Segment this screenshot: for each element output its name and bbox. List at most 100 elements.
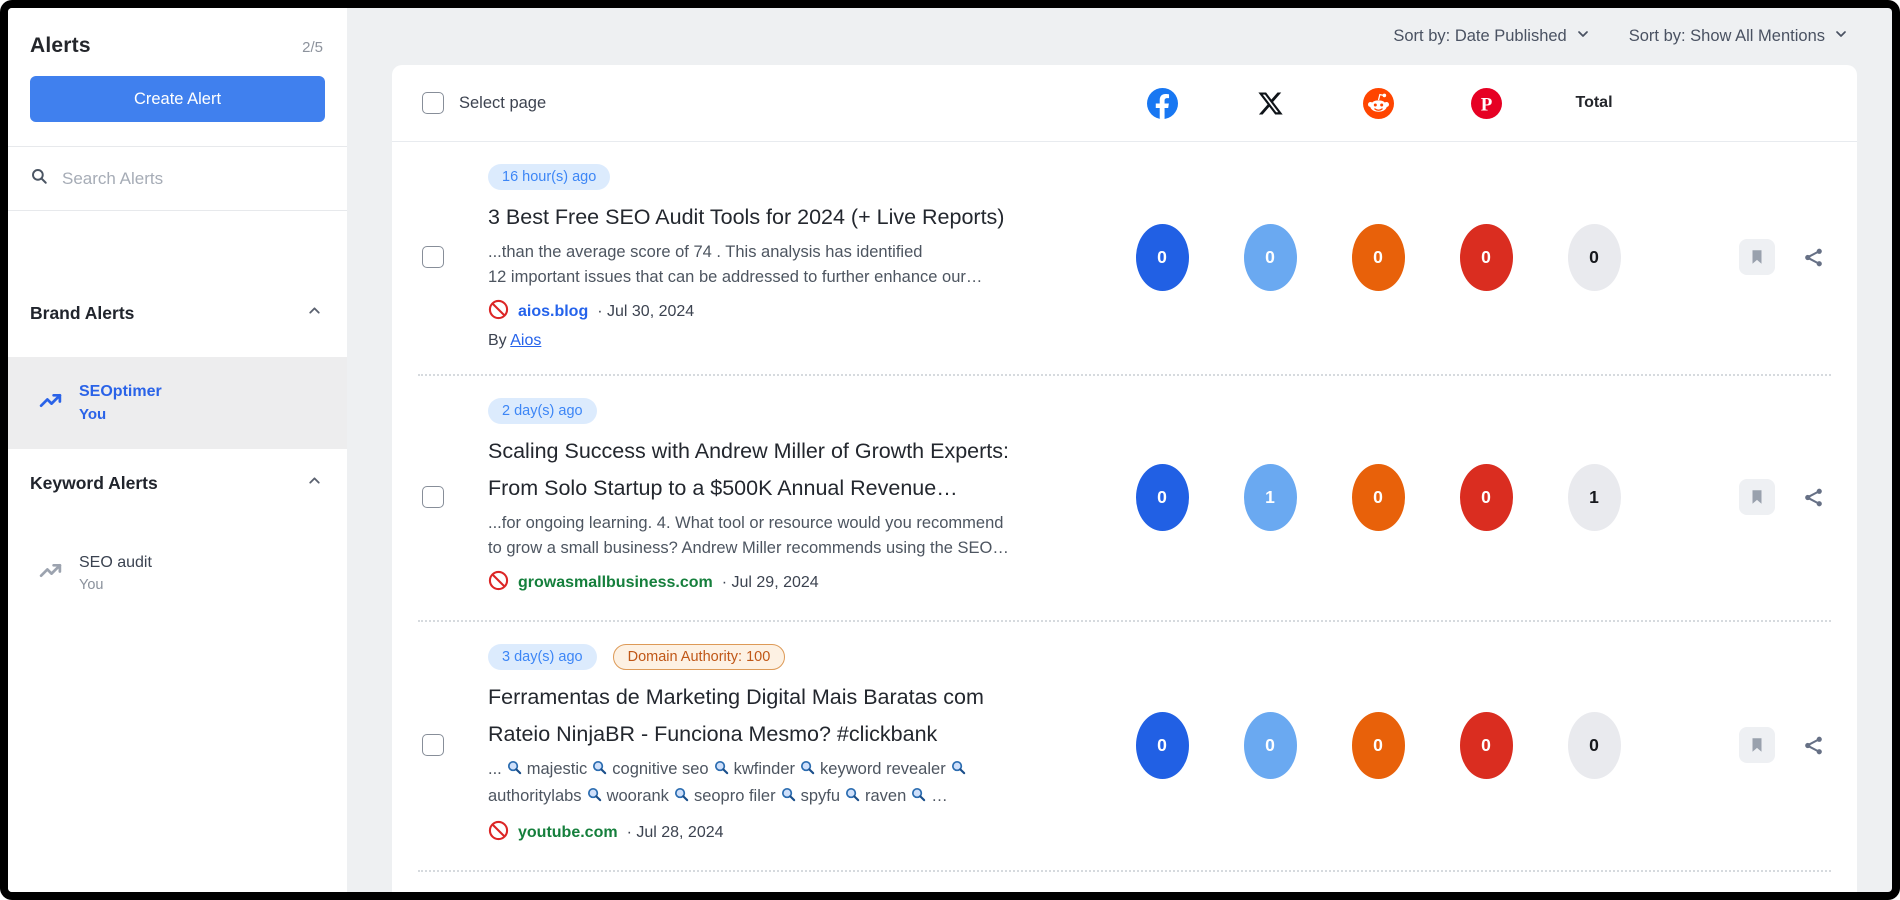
age-badge: 3 day(s) ago (488, 644, 597, 670)
search-alerts-input[interactable] (60, 168, 325, 190)
svg-text:P: P (1480, 94, 1492, 115)
blocked-icon[interactable] (488, 570, 509, 596)
reddit-count: 0 (1352, 224, 1405, 291)
magnifier-icon (844, 786, 861, 811)
chevron-down-icon (1833, 26, 1849, 47)
magnifier-icon (673, 786, 690, 811)
blocked-icon[interactable] (488, 299, 509, 325)
trending-up-icon (38, 388, 63, 418)
magnifier-icon (506, 759, 523, 784)
sort-by-date-label: Sort by: Date Published (1393, 27, 1566, 46)
magnifier-icon (780, 786, 797, 811)
total-count: 1 (1568, 464, 1621, 531)
alerts-app: Alerts 2/5 Create Alert Brand Alerts SEO… (8, 8, 1892, 892)
alerts-quota-count: 2/5 (302, 39, 323, 56)
mentions-card: Select page P Total (392, 65, 1857, 892)
pinterest-count: 0 (1460, 224, 1513, 291)
mention-row: 16 hour(s) ago 3 Best Free SEO Audit Too… (392, 142, 1857, 374)
total-count: 0 (1568, 224, 1621, 291)
bookmark-button[interactable] (1739, 727, 1775, 763)
list-header-row: Select page P Total (392, 65, 1857, 141)
row-checkbox[interactable] (422, 246, 444, 268)
mention-snippet: ...for ongoing learning. 4. What tool or… (488, 511, 1108, 561)
bookmark-button[interactable] (1739, 479, 1775, 515)
facebook-count: 0 (1136, 464, 1189, 531)
page-title: Alerts (30, 34, 91, 58)
sidebar-header: Alerts 2/5 (8, 8, 347, 58)
magnifier-icon (910, 786, 927, 811)
select-page-checkbox[interactable] (422, 92, 444, 114)
total-column-label: Total (1575, 94, 1612, 112)
chevron-down-icon (1575, 26, 1591, 47)
mention-row: 2 day(s) ago Scaling Success with Andrew… (392, 376, 1857, 620)
reddit-count: 0 (1352, 712, 1405, 779)
mention-snippet: ...majesticcognitive seokwfinderkeyword … (488, 757, 1108, 811)
facebook-count: 0 (1136, 224, 1189, 291)
age-badge: 16 hour(s) ago (488, 164, 610, 190)
share-button[interactable] (1795, 727, 1831, 763)
row-checkbox[interactable] (422, 486, 444, 508)
pinterest-count: 0 (1460, 712, 1513, 779)
keyword-alerts-section-header[interactable]: Keyword Alerts (8, 463, 347, 503)
row-checkbox[interactable] (422, 734, 444, 756)
mention-row: 3 day(s) ago Domain Authority: 100 Ferra… (392, 622, 1857, 870)
chevron-up-icon (306, 472, 323, 494)
mention-snippet: ...than the average score of 74 . This a… (488, 240, 1108, 290)
byline-author-link[interactable]: Aios (510, 332, 541, 349)
magnifier-icon (799, 759, 816, 784)
reddit-icon (1363, 88, 1394, 119)
sidebar-item-seo-audit[interactable]: SEO audit You (8, 527, 347, 619)
mention-domain[interactable]: aios.blog (518, 303, 588, 321)
trending-up-icon (38, 558, 63, 588)
total-count: 0 (1568, 712, 1621, 779)
sort-by-date-dropdown[interactable]: Sort by: Date Published (1393, 26, 1590, 47)
domain-authority-badge: Domain Authority: 100 (613, 644, 786, 670)
reddit-count: 0 (1352, 464, 1405, 531)
x-count: 0 (1244, 712, 1297, 779)
x-count: 1 (1244, 464, 1297, 531)
keyword-alerts-label: Keyword Alerts (30, 473, 158, 494)
share-button[interactable] (1795, 239, 1831, 275)
mention-title[interactable]: Ferramentas de Marketing Digital Mais Ba… (488, 679, 1108, 753)
mention-title[interactable]: Scaling Success with Andrew Miller of Gr… (488, 433, 1108, 507)
mention-title[interactable]: 3 Best Free SEO Audit Tools for 2024 (+ … (488, 199, 1108, 236)
mention-date: · Jul 29, 2024 (722, 574, 819, 592)
mention-date: · Jul 28, 2024 (627, 824, 724, 842)
alert-owner: You (79, 406, 162, 423)
facebook-count: 0 (1136, 712, 1189, 779)
age-badge: 2 day(s) ago (488, 398, 597, 424)
search-alerts-box (8, 147, 347, 210)
magnifier-icon (591, 759, 608, 784)
mention-byline: By Aios (488, 332, 1108, 350)
alert-name: SEOptimer (79, 383, 162, 401)
main-area: Sort by: Date Published Sort by: Show Al… (347, 8, 1892, 892)
facebook-icon (1147, 88, 1178, 119)
mention-domain[interactable]: youtube.com (518, 824, 618, 842)
chevron-up-icon (306, 302, 323, 324)
alert-name: SEO audit (79, 554, 152, 572)
select-page-label: Select page (459, 94, 546, 113)
bookmark-button[interactable] (1739, 239, 1775, 275)
magnifier-icon (950, 759, 967, 784)
sort-by-mentions-label: Sort by: Show All Mentions (1629, 27, 1825, 46)
sort-by-mentions-dropdown[interactable]: Sort by: Show All Mentions (1629, 26, 1849, 47)
pinterest-count: 0 (1460, 464, 1513, 531)
search-icon (30, 167, 48, 190)
alert-owner: You (79, 577, 152, 593)
create-alert-button[interactable]: Create Alert (30, 76, 325, 122)
share-button[interactable] (1795, 479, 1831, 515)
x-count: 0 (1244, 224, 1297, 291)
pinterest-icon: P (1471, 88, 1502, 119)
mention-date: · Jul 30, 2024 (597, 303, 694, 321)
blocked-icon[interactable] (488, 820, 509, 846)
sort-toolbar: Sort by: Date Published Sort by: Show Al… (347, 8, 1892, 65)
brand-alerts-label: Brand Alerts (30, 303, 134, 324)
x-icon (1257, 90, 1284, 117)
sidebar-item-seoptimer[interactable]: SEOptimer You (8, 357, 347, 449)
magnifier-icon (713, 759, 730, 784)
brand-alerts-section-header[interactable]: Brand Alerts (8, 293, 347, 333)
magnifier-icon (586, 786, 603, 811)
sidebar: Alerts 2/5 Create Alert Brand Alerts SEO… (8, 8, 347, 892)
mention-domain[interactable]: growasmallbusiness.com (518, 574, 713, 592)
window-frame: Alerts 2/5 Create Alert Brand Alerts SEO… (0, 0, 1900, 900)
